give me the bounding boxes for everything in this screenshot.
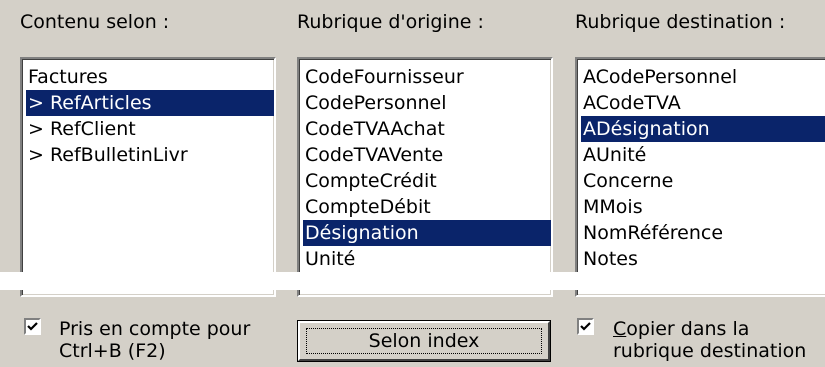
list-item[interactable]: Désignation bbox=[303, 220, 551, 246]
contenu-label: Contenu selon : bbox=[20, 11, 170, 33]
pris-en-compte-checkbox[interactable] bbox=[24, 318, 41, 335]
copier-label[interactable]: Copier dans la rubrique destination bbox=[613, 318, 806, 362]
list-item[interactable]: Unité bbox=[303, 246, 551, 272]
origine-label: Rubrique d'origine : bbox=[297, 11, 484, 33]
list-item[interactable]: ADésignation bbox=[581, 116, 825, 142]
checkmark-icon bbox=[580, 322, 591, 331]
list-bottom-band bbox=[0, 272, 825, 290]
destination-label: Rubrique destination : bbox=[575, 11, 786, 33]
contenu-listbox[interactable]: Factures > RefArticles > RefClient > RefBul… bbox=[20, 57, 276, 297]
list-item[interactable]: > RefBulletinLivr bbox=[26, 142, 274, 168]
list-item[interactable]: Factures bbox=[26, 64, 274, 90]
list-item[interactable]: > RefArticles bbox=[26, 90, 274, 116]
list-item[interactable]: CodePersonnel bbox=[303, 90, 551, 116]
destination-listbox[interactable]: ACodePersonnel ACodeTVA ADésignation AUnité… bbox=[575, 57, 825, 297]
list-item[interactable]: > RefClient bbox=[26, 116, 274, 142]
copier-checkbox[interactable] bbox=[577, 318, 594, 335]
list-item[interactable]: NomRéférence bbox=[581, 220, 825, 246]
copier-mnemonic: C bbox=[613, 318, 627, 340]
list-item[interactable]: AUnité bbox=[581, 142, 825, 168]
origine-listbox[interactable]: CodeFournisseur CodePersonnel CodeTVAAchat… bbox=[297, 57, 553, 297]
list-item[interactable]: CodeTVAAchat bbox=[303, 116, 551, 142]
selon-index-label: Selon index bbox=[368, 330, 480, 352]
selon-index-button[interactable]: Selon index bbox=[298, 321, 550, 361]
checkmark-icon bbox=[27, 322, 38, 331]
list-item[interactable]: CompteDébit bbox=[303, 194, 551, 220]
list-item[interactable]: CodeFournisseur bbox=[303, 64, 551, 90]
list-item[interactable]: CodeTVAVente bbox=[303, 142, 551, 168]
list-item[interactable]: ACodePersonnel bbox=[581, 64, 825, 90]
list-item[interactable]: Notes bbox=[581, 246, 825, 272]
pris-en-compte-label[interactable]: Pris en compte pour Ctrl+B (F2) bbox=[59, 318, 250, 362]
list-item[interactable]: ACodeTVA bbox=[581, 90, 825, 116]
list-item[interactable]: CompteCrédit bbox=[303, 168, 551, 194]
list-item[interactable]: Concerne bbox=[581, 168, 825, 194]
list-item[interactable]: MMois bbox=[581, 194, 825, 220]
